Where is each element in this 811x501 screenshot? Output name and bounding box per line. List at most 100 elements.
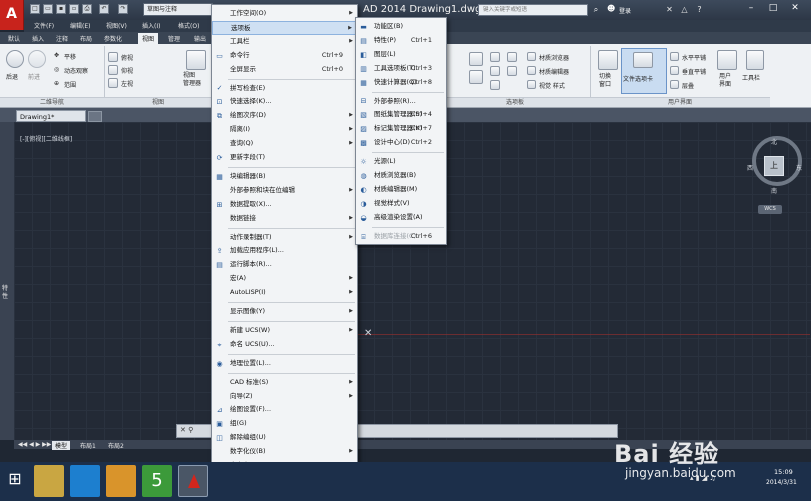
palette-icon-4[interactable] <box>490 66 500 76</box>
palettes-menu-item-7[interactable]: ▧ 图纸集管理器(S) Ctrl+4 <box>356 108 446 122</box>
tools-menu-item-8[interactable]: ⧉ 绘图次序(D) ▶ <box>212 109 357 123</box>
pan-button[interactable]: 平移 <box>64 52 76 61</box>
tools-menu-item-11[interactable]: ⟳ 更新字段(T) <box>212 151 357 165</box>
palettes-menu-item-15[interactable]: ◒ 高级渲染设置(A) <box>356 211 446 225</box>
search-icon[interactable]: ⌕ <box>590 4 602 16</box>
viewcube-east[interactable]: 东 <box>796 163 802 172</box>
tools-menu-item-10[interactable]: 查询(Q) ▶ <box>212 137 357 151</box>
palettes-menu-item-1[interactable]: ▤ 特性(P) Ctrl+1 <box>356 34 446 48</box>
palettes-menu-item-6[interactable]: ⊟ 外部参照(R)... <box>356 95 446 109</box>
tools-menu-item-6[interactable]: ✓ 拼写检查(E) <box>212 82 357 96</box>
tools-menu-item-31[interactable]: CAD 标准(S) ▶ <box>212 376 357 390</box>
application-menu-button[interactable]: A <box>0 0 24 30</box>
search-input[interactable]: 键入关键字或短语 <box>478 4 588 16</box>
tab-output[interactable]: 输出 <box>190 33 210 44</box>
save-as-icon[interactable]: ▫ <box>69 4 79 14</box>
palette-icon-2[interactable] <box>469 70 483 84</box>
tools-menu-item-32[interactable]: 向导(Z) ▶ <box>212 390 357 404</box>
tools-menu-item-13[interactable]: ▦ 块编辑器(B) <box>212 170 357 184</box>
user-interface-button[interactable]: 用户 界面 <box>719 73 731 89</box>
palettes-menu-item-3[interactable]: ▥ 工具选项板(T) Ctrl+3 <box>356 62 446 76</box>
ie-icon[interactable] <box>70 465 100 497</box>
media-icon[interactable] <box>106 465 136 497</box>
viewcube-south[interactable]: 南 <box>771 186 777 195</box>
tools-menu-item-35[interactable]: ◫ 解除编组(U) <box>212 431 357 445</box>
tools-menu-item-22[interactable]: AutoLISP(I) ▶ <box>212 286 357 300</box>
tools-menu-item-26[interactable]: 新建 UCS(W) ▶ <box>212 324 357 338</box>
tools-menu-item-20[interactable]: ▤ 运行脚本(R)... <box>212 258 357 272</box>
back-icon[interactable] <box>6 50 24 68</box>
tools-menu-item-0[interactable]: 工作空间(O) ▶ <box>212 7 357 21</box>
properties-palette-collapsed[interactable] <box>0 122 14 440</box>
zoom-icon[interactable]: ⊕ <box>54 80 59 87</box>
tile-horizontal-icon[interactable] <box>670 52 679 61</box>
material-editor-button[interactable]: 材质编辑器 <box>539 67 569 76</box>
windows-start-icon[interactable]: ⊞ <box>4 468 26 490</box>
forward-icon[interactable] <box>28 50 46 68</box>
menu-file[interactable]: 文件(F) <box>34 21 54 30</box>
tools-menu-item-16[interactable]: 数据链接 ▶ <box>212 212 357 226</box>
view-manager-button[interactable]: 视图 管理器 <box>183 72 201 88</box>
tab-model[interactable]: 模型 <box>52 441 71 450</box>
material-editor-icon[interactable] <box>527 66 536 75</box>
new-file-icon[interactable]: □ <box>30 4 40 14</box>
tools-menu-item-9[interactable]: 隔离(I) ▶ <box>212 123 357 137</box>
minimize-button[interactable]: – <box>742 0 760 16</box>
palette-icon-7[interactable] <box>507 66 517 76</box>
exchange-icon[interactable]: ✕ <box>664 4 675 15</box>
autocad-taskbar-icon[interactable] <box>178 465 208 497</box>
tools-menu-item-36[interactable]: 数字化仪(B) ▶ <box>212 445 357 459</box>
open-file-icon[interactable]: ▭ <box>43 4 53 14</box>
menu-insert[interactable]: 插入(I) <box>142 21 160 30</box>
viewport-controls[interactable]: [-][俯视][二维线框] <box>20 134 72 143</box>
tab-annotate[interactable]: 注释 <box>52 33 72 44</box>
palettes-menu-item-12[interactable]: ◍ 材质浏览器(B) <box>356 169 446 183</box>
menu-format[interactable]: 格式(O) <box>178 21 199 30</box>
clock-time[interactable]: 15:09 <box>774 468 793 476</box>
help-icon[interactable]: ? <box>694 4 705 15</box>
tab-layout1[interactable]: 布局1 <box>80 441 96 450</box>
toolbars-button[interactable]: 工具栏 <box>742 73 760 82</box>
document-tab-drawing1[interactable]: Drawing1* <box>16 110 86 122</box>
save-icon[interactable]: ▪ <box>56 4 66 14</box>
palettes-menu-item-9[interactable]: ▩ 设计中心(D) Ctrl+2 <box>356 136 446 150</box>
switch-window-icon[interactable] <box>598 50 618 70</box>
tile-vertical-icon[interactable] <box>670 66 679 75</box>
undo-icon[interactable]: ↶ <box>99 4 109 14</box>
clock-date[interactable]: 2014/3/31 <box>766 479 797 486</box>
explorer-icon[interactable] <box>34 465 64 497</box>
tab-default[interactable]: 默认 <box>4 33 24 44</box>
view-top-button[interactable]: 俯视 <box>121 53 133 62</box>
zoom-extents-button[interactable]: 范围 <box>64 80 76 89</box>
cascade-button[interactable]: 层叠 <box>682 81 694 90</box>
close-command-line-icon[interactable]: ✕ ⚲ <box>180 426 193 434</box>
tools-menu-item-4[interactable]: 全屏显示 Ctrl+0 <box>212 63 357 77</box>
tools-menu-item-29[interactable]: ◉ 地理位置(L)... <box>212 357 357 371</box>
tools-menu-item-2[interactable]: 工具栏 ▶ <box>212 35 357 49</box>
visual-styles-icon[interactable] <box>527 80 536 89</box>
orbit-button[interactable]: 动态观察 <box>64 66 88 75</box>
tools-menu-item-3[interactable]: ▭ 命令行 Ctrl+9 <box>212 49 357 63</box>
view-left-button[interactable]: 左视 <box>121 79 133 88</box>
palette-icon-3[interactable] <box>490 52 500 62</box>
tile-horizontal-button[interactable]: 水平平铺 <box>682 53 706 62</box>
tools-menu-item-14[interactable]: 外部参照和块在位编辑 ▶ <box>212 184 357 198</box>
tab-parametric[interactable]: 参数化 <box>100 33 126 44</box>
viewcube-north[interactable]: 北 <box>771 137 777 146</box>
new-document-tab-button[interactable] <box>88 111 102 122</box>
maximize-button[interactable]: □ <box>764 0 782 16</box>
login-link[interactable]: 登录 <box>619 6 631 15</box>
palettes-menu-item-13[interactable]: ◐ 材质编辑器(M) <box>356 183 446 197</box>
app5-icon[interactable]: 5 <box>142 465 172 497</box>
menu-edit[interactable]: 编辑(E) <box>70 21 90 30</box>
view-left-icon[interactable] <box>108 78 118 88</box>
tools-menu-item-1[interactable]: 选项板 ▶ <box>212 20 357 35</box>
palettes-menu-item-14[interactable]: ◑ 视觉样式(V) <box>356 197 446 211</box>
tools-menu-item-18[interactable]: 动作录制器(T) ▶ <box>212 231 357 245</box>
user-icon[interactable]: ☻ <box>607 4 617 16</box>
tile-vertical-button[interactable]: 垂直平铺 <box>682 67 706 76</box>
tab-view[interactable]: 视图 <box>138 33 159 44</box>
palettes-menu-item-8[interactable]: ▨ 标记集管理器(K) Ctrl+7 <box>356 122 446 136</box>
toolbars-icon[interactable] <box>746 50 764 70</box>
switch-window-button[interactable]: 切换 窗口 <box>599 73 611 89</box>
